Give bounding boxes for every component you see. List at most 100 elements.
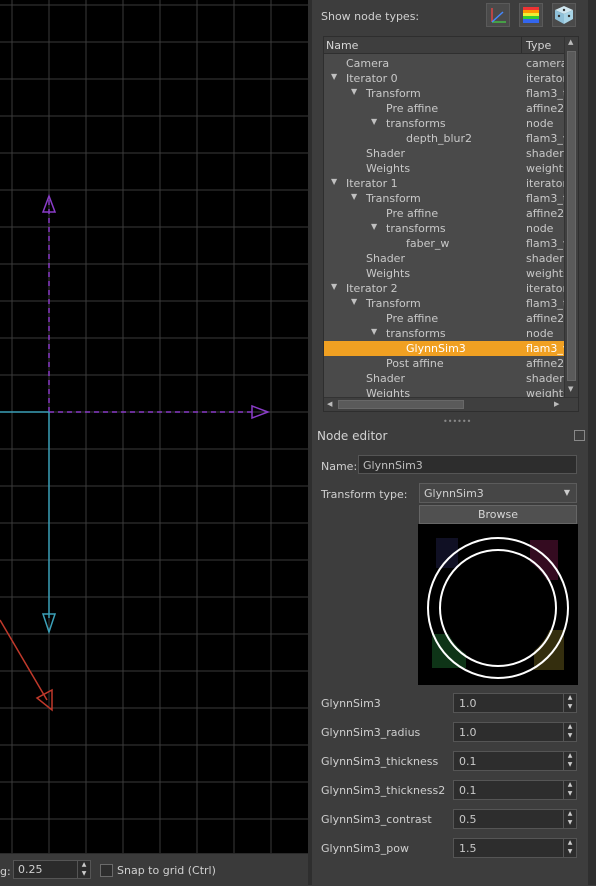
tree-row-type: affine2: [526, 102, 564, 115]
expand-arrow-icon[interactable]: ▼: [351, 297, 357, 306]
o-axis-lines[interactable]: [0, 411, 57, 635]
tree-row-type: flam3_v: [526, 342, 564, 355]
param-spinbox[interactable]: 0.5 ▲ ▼: [453, 809, 577, 829]
expand-arrow-icon[interactable]: ▼: [351, 192, 357, 201]
tree-row[interactable]: ▼ Transform flam3_t: [324, 86, 564, 101]
param-label: GlynnSim3_pow: [321, 842, 409, 855]
column-header-name[interactable]: Name: [326, 39, 358, 52]
tree-row-type: camera: [526, 57, 564, 70]
tree-row-name: Pre affine: [386, 312, 439, 325]
down-arrow-icon: ▼: [567, 848, 573, 855]
tree-row[interactable]: GlynnSim3 flam3_v: [324, 341, 564, 356]
tree-row[interactable]: Post affine affine2: [324, 356, 564, 371]
param-spin-arrows[interactable]: ▲ ▼: [563, 752, 576, 770]
tree-row-type: weights: [526, 162, 564, 175]
tree-row[interactable]: Pre affine affine2: [324, 206, 564, 221]
expand-arrow-icon[interactable]: ▼: [371, 327, 377, 336]
tree-horizontal-scroll-thumb[interactable]: [338, 400, 464, 409]
tree-row[interactable]: ▼ transforms node: [324, 326, 564, 341]
expand-arrow-icon[interactable]: ▼: [331, 282, 337, 291]
param-spin-arrows[interactable]: ▲ ▼: [563, 810, 576, 828]
tree-row[interactable]: ▼ transforms node: [324, 221, 564, 236]
tree-row[interactable]: ▼ Iterator 1 iterator: [324, 176, 564, 191]
param-spinbox[interactable]: 1.5 ▲ ▼: [453, 838, 577, 858]
tree-row[interactable]: Shader shader: [324, 146, 564, 161]
scroll-up-icon: ▲: [568, 38, 574, 46]
tree-row-type: node: [526, 222, 554, 235]
expand-arrow-icon[interactable]: ▼: [331, 72, 337, 81]
name-label: Name:: [321, 460, 358, 473]
param-value: 0.1: [459, 784, 477, 797]
zoom-spin-arrows[interactable]: ▲ ▼: [77, 861, 90, 878]
tree-vertical-scroll-thumb[interactable]: [567, 51, 576, 381]
param-label: GlynnSim3: [321, 697, 381, 710]
param-spinbox[interactable]: 1.0 ▲ ▼: [453, 693, 577, 713]
param-spin-arrows[interactable]: ▲ ▼: [563, 694, 576, 712]
param-spinbox[interactable]: 0.1 ▲ ▼: [453, 780, 577, 800]
param-label: GlynnSim3_thickness2: [321, 784, 446, 797]
param-spin-arrows[interactable]: ▲ ▼: [563, 781, 576, 799]
tree-vertical-scrollbar[interactable]: ▲ ▼: [564, 37, 578, 397]
tree-row-name: Transform: [366, 297, 421, 310]
tree-row-type: flam3_t: [526, 192, 564, 205]
tree-header: Name Type: [324, 37, 564, 54]
tree-row[interactable]: Camera camera: [324, 56, 564, 71]
tree-row[interactable]: Weights weights: [324, 161, 564, 176]
tree-row-name: Shader: [366, 372, 405, 385]
palette-icon: [523, 7, 539, 23]
window-edge: [588, 0, 596, 885]
zoom-spinbox[interactable]: 0.25 ▲ ▼: [13, 860, 91, 879]
transform-preview: [418, 524, 578, 685]
up-arrow-icon: ▲: [567, 839, 573, 846]
down-arrow-icon: ▼: [567, 703, 573, 710]
tree-horizontal-scrollbar[interactable]: ◀ ▶: [324, 397, 578, 411]
tree-row[interactable]: ▼ Transform flam3_t: [324, 191, 564, 206]
tree-row[interactable]: ▼ Transform flam3_t: [324, 296, 564, 311]
param-spin-arrows[interactable]: ▲ ▼: [563, 839, 576, 857]
param-spinbox[interactable]: 1.0 ▲ ▼: [453, 722, 577, 742]
tree-row-name: depth_blur2: [406, 132, 473, 145]
column-header-type[interactable]: Type: [526, 39, 551, 52]
expand-arrow-icon[interactable]: ▼: [371, 222, 377, 231]
param-spinbox[interactable]: 0.1 ▲ ▼: [453, 751, 577, 771]
name-field[interactable]: GlynnSim3: [358, 455, 577, 474]
expand-arrow-icon[interactable]: ▼: [331, 177, 337, 186]
tree-row[interactable]: depth_blur2 flam3_v: [324, 131, 564, 146]
tree-row[interactable]: ▼ Iterator 0 iterator: [324, 71, 564, 86]
tree-row[interactable]: Pre affine affine2: [324, 101, 564, 116]
dice-icon-button[interactable]: [552, 3, 576, 27]
tree-row-name: Weights: [366, 267, 411, 280]
tree-row-type: flam3_t: [526, 297, 564, 310]
undock-icon[interactable]: [574, 430, 585, 441]
tree-row-type: flam3_v: [526, 132, 564, 145]
param-spin-arrows[interactable]: ▲ ▼: [563, 723, 576, 741]
node-tree[interactable]: Name Type Camera camera ▼ Iterator 0 iterato…: [323, 36, 579, 412]
affine-viewport[interactable]: [0, 0, 308, 853]
snap-to-grid-checkbox[interactable]: [100, 864, 113, 877]
expand-arrow-icon[interactable]: ▼: [351, 87, 357, 96]
splitter-grip-icon[interactable]: ••••••: [443, 417, 471, 426]
expand-arrow-icon[interactable]: ▼: [371, 117, 377, 126]
tree-row[interactable]: faber_w flam3_v: [324, 236, 564, 251]
tree-row-type: iterator: [526, 72, 564, 85]
tree-row[interactable]: Weights weights: [324, 266, 564, 281]
tree-row[interactable]: Shader shader: [324, 371, 564, 386]
browse-button[interactable]: Browse: [419, 505, 577, 524]
axes-icon-button[interactable]: [486, 3, 510, 27]
tree-row-type: iterator: [526, 177, 564, 190]
scroll-right-icon: ▶: [554, 400, 560, 408]
up-arrow-icon: ▲: [567, 752, 573, 759]
tree-row[interactable]: ▼ Iterator 2 iterator: [324, 281, 564, 296]
transform-type-select[interactable]: GlynnSim3 ▼: [419, 483, 577, 503]
palette-icon-button[interactable]: [519, 3, 543, 27]
down-arrow-icon: ▼: [567, 819, 573, 826]
tree-row[interactable]: Shader shader: [324, 251, 564, 266]
right-panel: Show node types: Name Type Camera camera…: [312, 0, 588, 885]
up-arrow-icon: ▲: [81, 861, 87, 868]
down-arrow-icon: ▼: [567, 761, 573, 768]
tree-row[interactable]: Pre affine affine2: [324, 311, 564, 326]
viewport-canvas[interactable]: [0, 0, 308, 853]
transform-type-label: Transform type:: [321, 488, 408, 501]
up-arrow-icon: ▲: [567, 723, 573, 730]
tree-row[interactable]: ▼ transforms node: [324, 116, 564, 131]
